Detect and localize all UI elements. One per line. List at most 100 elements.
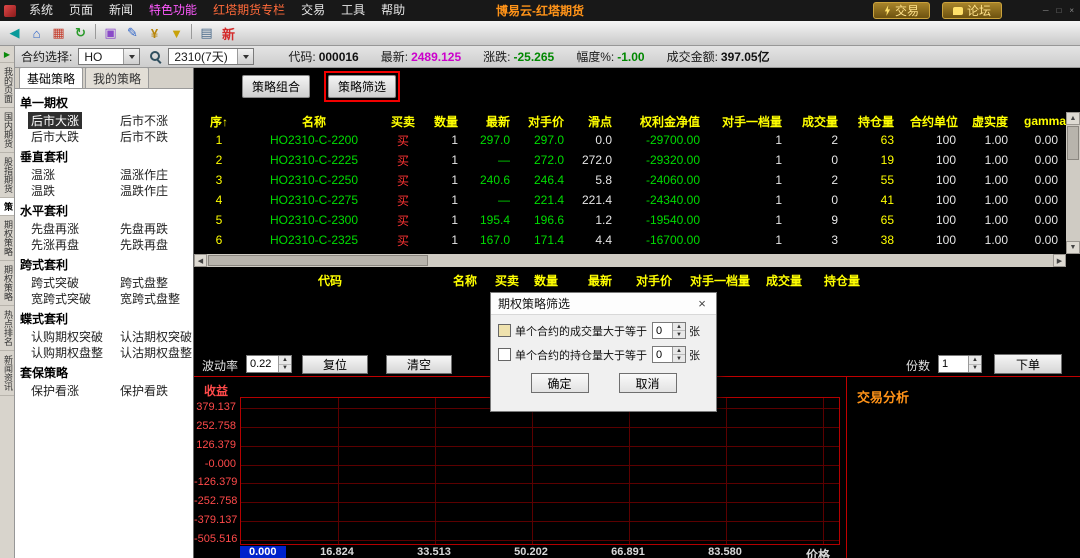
report-icon[interactable]: ▤	[196, 24, 217, 43]
edit-icon[interactable]: ✎	[122, 24, 143, 43]
column-header[interactable]: 序↑	[194, 113, 244, 130]
strategy-item[interactable]: 温跌作庄	[117, 182, 171, 199]
menu-item[interactable]: 工具	[333, 0, 373, 21]
strategy-item[interactable]: 温涨	[28, 166, 58, 183]
menu-item[interactable]: 新闻	[101, 0, 141, 21]
side-tab[interactable]: 股指期货	[0, 153, 14, 198]
menu-item[interactable]: 交易	[293, 0, 333, 21]
new-icon[interactable]: 新	[218, 24, 239, 43]
column-header[interactable]: 对手一档量	[690, 272, 750, 289]
cancel-button[interactable]: 取消	[618, 373, 677, 393]
column-header[interactable]: 成交量	[766, 272, 802, 289]
place-order-button[interactable]: 下单	[994, 354, 1062, 374]
strategy-item[interactable]: 先盘再跌	[117, 220, 171, 237]
column-header[interactable]: 买卖	[495, 272, 519, 289]
column-header[interactable]: 持仓量	[846, 113, 902, 130]
period-combobox[interactable]: 2310(7天)	[168, 48, 255, 65]
calculator-icon[interactable]: ▦	[48, 24, 69, 43]
refresh-icon[interactable]: ↻	[70, 24, 91, 43]
spinner-up-icon[interactable]: ▲	[969, 356, 981, 365]
reset-button[interactable]: 复位	[302, 355, 368, 374]
table-row[interactable]: 5 HO2310-C-2300 买 1 195.4 196.6 1.2 -19540.00 1 9…	[194, 210, 1066, 230]
spinner-up-icon[interactable]: ▲	[673, 347, 685, 355]
back-icon[interactable]: ◀	[4, 24, 25, 43]
side-tab[interactable]: 新闻资讯	[0, 351, 14, 396]
horizontal-scrollbar[interactable]: ◀ ▶	[194, 254, 1066, 267]
table-row[interactable]: 3 HO2310-C-2250 买 1 240.6 246.4 5.8 -24060.00 1 2…	[194, 170, 1066, 190]
strategy-item[interactable]: 跨式突破	[28, 274, 82, 291]
checkbox[interactable]	[498, 348, 511, 361]
scrollbar-thumb[interactable]	[1067, 126, 1079, 160]
close-icon[interactable]: ×	[695, 296, 709, 311]
money-icon[interactable]: ¥	[144, 24, 165, 43]
strategy-item[interactable]: 保护看跌	[117, 382, 171, 399]
volatility-input[interactable]: 0.22 ▲ ▼	[246, 355, 292, 373]
column-header[interactable]: 持仓量	[824, 272, 860, 289]
column-header[interactable]: 最新	[588, 272, 612, 289]
table-row[interactable]: 1 HO2310-C-2200 买 1 297.0 297.0 0.0 -29700.00 1 2…	[194, 130, 1066, 150]
maximize-icon[interactable]: □	[1056, 6, 1061, 15]
table-row[interactable]: 4 HO2310-C-2275 买 1 — 221.4 221.4 -24340.00 1 0 41…	[194, 190, 1066, 210]
scroll-left-icon[interactable]: ◀	[194, 254, 207, 267]
strategy-item[interactable]: 后市不涨	[117, 112, 171, 129]
clear-button[interactable]: 清空	[386, 355, 452, 374]
column-header[interactable]: 对手价	[636, 272, 672, 289]
collapse-arrow-icon[interactable]: ▶	[0, 46, 14, 63]
table-row[interactable]: 2 HO2310-C-2225 买 1 — 272.0 272.0 -29320.00 1 0 19…	[194, 150, 1066, 170]
strategy-item[interactable]: 跨式盘整	[117, 274, 171, 291]
number-input[interactable]: 0 ▲ ▼	[652, 346, 686, 363]
tab-my-strategy[interactable]: 我的策略	[85, 67, 150, 88]
column-header[interactable]: 合约单位	[902, 113, 964, 130]
menu-item[interactable]: 特色功能	[141, 0, 205, 21]
filter-icon[interactable]: ▼	[166, 24, 187, 43]
column-header[interactable]: gamma	[1016, 114, 1066, 128]
tab-strategy-combo[interactable]: 策略组合	[242, 75, 311, 98]
strategy-item[interactable]: 保护看涨	[28, 382, 82, 399]
column-header[interactable]: 数量	[422, 113, 466, 130]
column-header[interactable]: 对手一档量	[708, 113, 790, 130]
tab-strategy-filter[interactable]: 策略筛选	[328, 75, 397, 98]
minimize-icon[interactable]: ─	[1043, 6, 1049, 15]
column-header[interactable]: 虚实度	[964, 113, 1016, 130]
scroll-down-icon[interactable]: ▼	[1066, 241, 1080, 254]
vertical-scrollbar[interactable]: ▲ ▼	[1066, 112, 1080, 254]
spinner-down-icon[interactable]: ▼	[279, 364, 291, 372]
side-tab[interactable]: 期权策略	[0, 216, 14, 261]
strategy-item[interactable]: 温跌	[28, 182, 58, 199]
ok-button[interactable]: 确定	[530, 373, 589, 393]
column-header[interactable]: 滑点	[572, 113, 620, 130]
strategy-item[interactable]: 后市不跌	[117, 128, 171, 145]
column-header[interactable]: 成交量	[790, 113, 846, 130]
dialog-title-bar[interactable]: 期权策略筛选 ×	[491, 293, 716, 315]
side-tab[interactable]: 国内期货	[0, 108, 14, 153]
scroll-right-icon[interactable]: ▶	[1053, 254, 1066, 267]
scroll-up-icon[interactable]: ▲	[1066, 112, 1080, 125]
spinner-down-icon[interactable]: ▼	[969, 364, 981, 372]
trade-button[interactable]: 交易	[872, 2, 930, 19]
strategy-item[interactable]: 先跌再盘	[117, 236, 171, 253]
menu-item[interactable]: 页面	[61, 0, 101, 21]
spinner-up-icon[interactable]: ▲	[673, 323, 685, 331]
strategy-item[interactable]: 宽跨式突破	[28, 290, 94, 307]
spinner-down-icon[interactable]: ▼	[673, 355, 685, 362]
strategy-item[interactable]: 温涨作庄	[117, 166, 171, 183]
strategy-item[interactable]: 后市大涨	[28, 112, 83, 129]
strategy-item[interactable]: 先涨再盘	[28, 236, 82, 253]
tab-basic-strategy[interactable]: 基础策略	[19, 67, 84, 88]
menu-item[interactable]: 红塔期货专栏	[205, 0, 293, 21]
strategy-item[interactable]: 后市大跌	[28, 128, 82, 145]
column-header[interactable]: 买卖	[384, 113, 422, 130]
scrollbar-thumb[interactable]	[208, 255, 428, 266]
column-header[interactable]: 权利金净值	[620, 113, 708, 130]
layout-icon[interactable]: ▣	[100, 24, 121, 43]
column-header[interactable]: 名称	[453, 272, 477, 289]
menu-item[interactable]: 帮助	[373, 0, 413, 21]
strategy-item[interactable]: 先盘再涨	[28, 220, 82, 237]
spinner-down-icon[interactable]: ▼	[673, 331, 685, 338]
menu-item[interactable]: 系统	[21, 0, 61, 21]
side-tab[interactable]: 策	[0, 198, 14, 216]
strategy-item[interactable]: 认沽期权盘整	[117, 344, 195, 361]
column-header[interactable]: 名称	[244, 113, 384, 130]
column-header[interactable]: 数量	[534, 272, 558, 289]
close-icon[interactable]: ×	[1069, 6, 1074, 15]
